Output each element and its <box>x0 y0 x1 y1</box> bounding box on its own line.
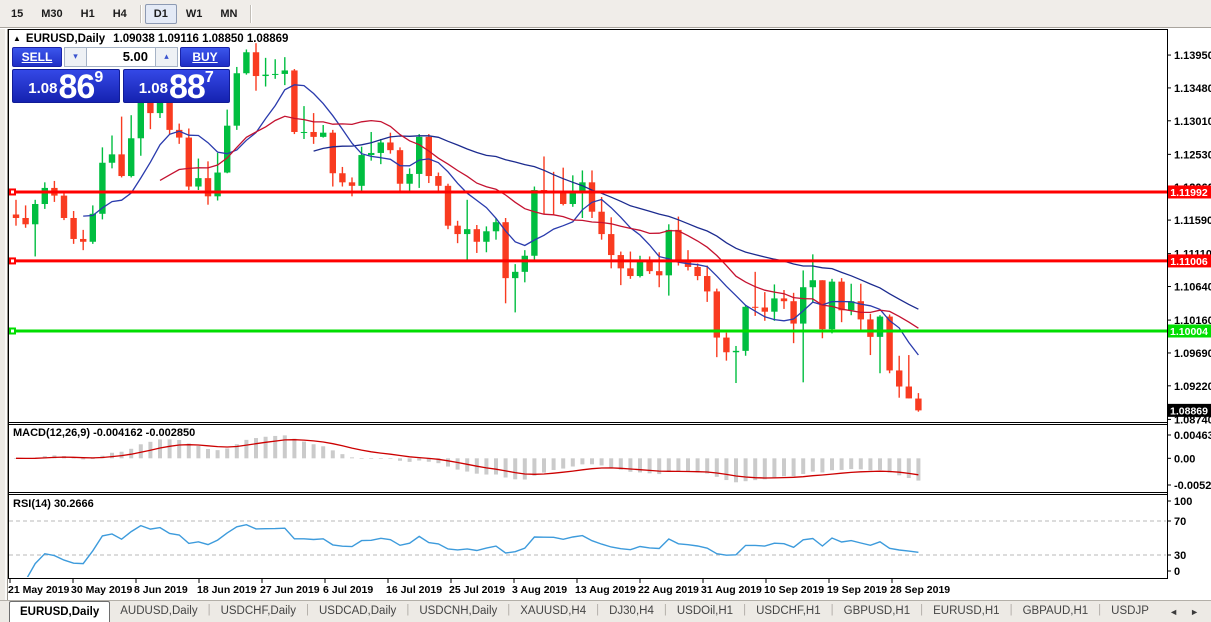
svg-text:0: 0 <box>1174 566 1180 578</box>
svg-text:13 Aug 2019: 13 Aug 2019 <box>575 584 636 596</box>
svg-text:-0.005299: -0.005299 <box>1174 480 1211 492</box>
price-axis[interactable]: 1.139501.134801.130101.125301.120601.115… <box>1167 50 1211 426</box>
sell-price-box[interactable]: 1.08 86 9 <box>12 68 120 106</box>
buy-price-pipette: 7 <box>204 69 214 86</box>
buy-price-prefix: 1.08 <box>138 80 168 97</box>
svg-text:19 Sep 2019: 19 Sep 2019 <box>827 584 887 596</box>
sell-price-big-digits: 86 <box>58 68 95 106</box>
chart-tab-usdcnh-daily[interactable]: USDCNH,Daily <box>409 601 507 622</box>
timeframe-button-D1[interactable]: D1 <box>144 3 177 24</box>
buy-price-big-digits: 88 <box>168 68 206 106</box>
window-edge-gutter <box>0 29 8 600</box>
timeframe-button-M30[interactable]: M30 <box>32 4 71 24</box>
svg-text:1.10640: 1.10640 <box>1174 282 1211 294</box>
svg-text:30: 30 <box>1174 550 1186 562</box>
svg-text:1.10004: 1.10004 <box>1170 326 1208 338</box>
volume-decrease-button[interactable]: ▾ <box>65 48 87 66</box>
svg-text:16 Jul 2019: 16 Jul 2019 <box>386 584 442 596</box>
rsi-axis: 100 70 30 0 <box>1167 496 1192 578</box>
svg-text:25 Jul 2019: 25 Jul 2019 <box>449 584 505 596</box>
sell-price-prefix: 1.08 <box>28 80 58 97</box>
chart-tab-xauusd-h4[interactable]: XAUUSD,H4 <box>510 601 596 622</box>
volume-spinner: ▾ 5.00 ▴ <box>64 47 178 67</box>
chart-tab-usdjp[interactable]: USDJP <box>1101 601 1159 622</box>
timeframe-button-H4[interactable]: H4 <box>104 4 136 24</box>
svg-text:1.13010: 1.13010 <box>1174 116 1211 128</box>
timeframe-button-H1[interactable]: H1 <box>72 4 104 24</box>
svg-text:22 Aug 2019: 22 Aug 2019 <box>638 584 699 596</box>
buy-button[interactable]: BUY <box>180 47 230 67</box>
svg-text:70: 70 <box>1174 516 1186 528</box>
macd-indicator-label: MACD(12,26,9) -0.004162 -0.002850 <box>13 427 196 439</box>
svg-text:1.09690: 1.09690 <box>1174 348 1211 360</box>
collapse-triangle-icon[interactable]: ▲ <box>13 34 21 43</box>
tab-scroll-right-icon[interactable]: ► <box>1184 607 1205 617</box>
chart-title: ▲ EURUSD,Daily 1.09038 1.09116 1.08850 1.0… <box>13 33 288 45</box>
svg-text:28 Sep 2019: 28 Sep 2019 <box>890 584 950 596</box>
svg-text:10 Sep 2019: 10 Sep 2019 <box>764 584 824 596</box>
svg-text:1.11006: 1.11006 <box>1170 256 1208 268</box>
svg-text:1.11992: 1.11992 <box>1170 187 1208 199</box>
timeframe-button-15[interactable]: 15 <box>2 4 32 24</box>
svg-text:21 May 2019: 21 May 2019 <box>8 584 69 596</box>
svg-text:6 Jul 2019: 6 Jul 2019 <box>323 584 373 596</box>
timeframe-button-W1[interactable]: W1 <box>177 4 212 24</box>
timeframe-button-MN[interactable]: MN <box>211 4 246 24</box>
svg-text:18 Jun 2019: 18 Jun 2019 <box>197 584 257 596</box>
chart-tab-eurusd-daily[interactable]: EURUSD,Daily <box>9 601 111 622</box>
svg-text:27 Jun 2019: 27 Jun 2019 <box>260 584 320 596</box>
sell-button[interactable]: SELL <box>12 47 62 67</box>
chart-tab-audusd-daily[interactable]: AUDUSD,Daily <box>110 601 207 622</box>
chart-symbol-label: EURUSD,Daily <box>25 33 106 45</box>
chart-tab-gbpusd-h1[interactable]: GBPUSD,H1 <box>834 601 920 622</box>
chart-tab-usdcad-daily[interactable]: USDCAD,Daily <box>309 601 406 622</box>
svg-text:0.00: 0.00 <box>1174 453 1195 465</box>
timeframe-toolbar: 15 M30 H1 H4 D1 W1 MN <box>0 0 1211 28</box>
tab-scroll-controls: ◄ ► <box>1163 601 1211 622</box>
svg-text:1.13950: 1.13950 <box>1174 50 1211 62</box>
chart-tab-usdoil-h1[interactable]: USDOil,H1 <box>667 601 743 622</box>
date-axis[interactable]: 21 May 2019 30 May 2019 8 Jun 2019 18 Jun 2… <box>8 579 950 596</box>
svg-text:1.12530: 1.12530 <box>1174 149 1211 161</box>
volume-input[interactable]: 5.00 <box>87 48 155 66</box>
toolbar-separator <box>139 4 141 23</box>
svg-text:1.08869: 1.08869 <box>1170 405 1208 417</box>
svg-text:3 Aug 2019: 3 Aug 2019 <box>512 584 567 596</box>
macd-axis: 0.00463 0.00 -0.005299 <box>1167 430 1211 492</box>
svg-text:8 Jun 2019: 8 Jun 2019 <box>134 584 188 596</box>
svg-text:30 May 2019: 30 May 2019 <box>71 584 132 596</box>
chart-tab-gbpaud-h1[interactable]: GBPAUD,H1 <box>1013 601 1099 622</box>
chart-ohlc-values: 1.09038 1.09116 1.08850 1.08869 <box>113 33 289 45</box>
svg-text:100: 100 <box>1174 496 1192 508</box>
tab-scroll-left-icon[interactable]: ◄ <box>1163 607 1184 617</box>
sell-price-pipette: 9 <box>94 69 104 86</box>
chart-tab-usdchf-daily[interactable]: USDCHF,Daily <box>211 601 306 622</box>
svg-text:1.13480: 1.13480 <box>1174 83 1211 95</box>
chart-frame <box>8 29 1168 579</box>
svg-text:0.00463: 0.00463 <box>1174 430 1211 442</box>
volume-increase-button[interactable]: ▴ <box>155 48 177 66</box>
buy-price-box[interactable]: 1.08 88 7 <box>122 68 230 106</box>
chart-tab-eurusd-h1[interactable]: EURUSD,H1 <box>923 601 1009 622</box>
chart-tab-bar: EURUSD,Daily AUDUSD,Daily | USDCHF,Daily | US… <box>0 600 1211 622</box>
svg-text:1.11590: 1.11590 <box>1174 215 1211 227</box>
toolbar-separator <box>250 4 252 23</box>
chart-tab-usdchf-h1[interactable]: USDCHF,H1 <box>746 601 831 622</box>
chart-tab-dj30-h4[interactable]: DJ30,H4 <box>599 601 664 622</box>
one-click-trade-panel: SELL ▾ 5.00 ▴ BUY 1.08 86 9 1.08 88 7 <box>12 47 230 106</box>
svg-text:1.09220: 1.09220 <box>1174 381 1211 393</box>
rsi-indicator-label: RSI(14) 30.2666 <box>13 498 94 510</box>
svg-text:31 Aug 2019: 31 Aug 2019 <box>701 584 762 596</box>
